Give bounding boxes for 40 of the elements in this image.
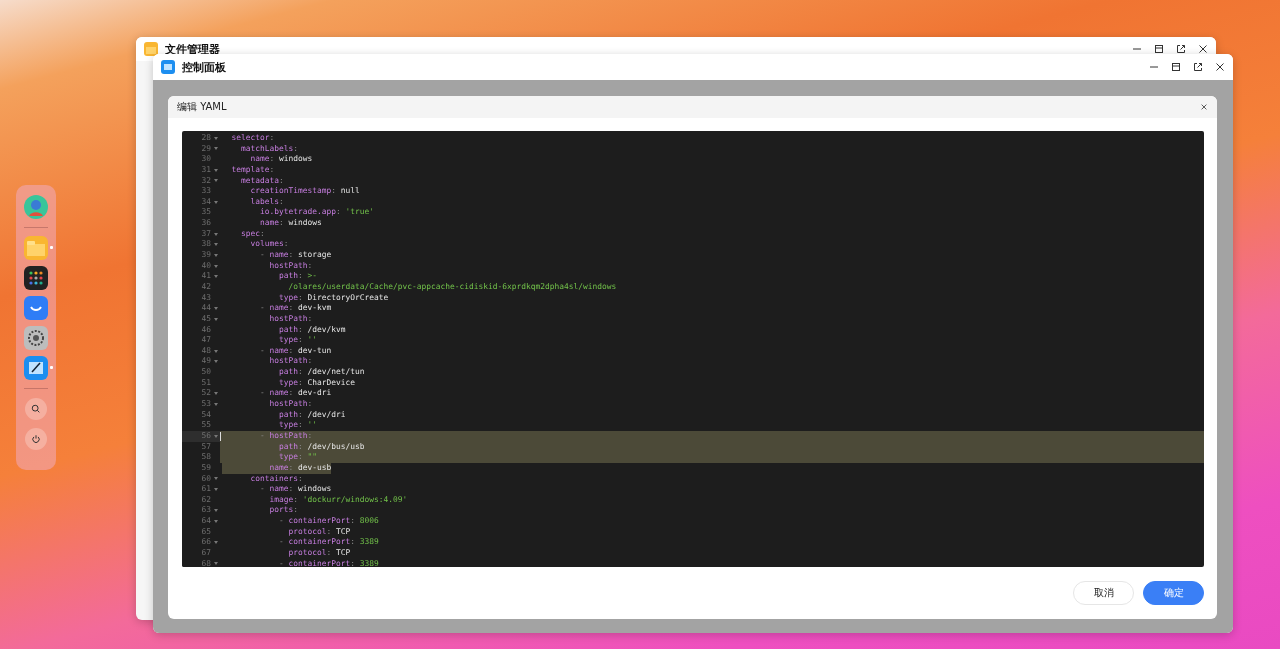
window-title: 控制面板: [182, 59, 226, 75]
fold-arrow-icon[interactable]: [213, 147, 218, 151]
cancel-button[interactable]: 取消: [1073, 581, 1134, 605]
search-icon[interactable]: [25, 398, 47, 420]
fold-arrow-icon[interactable]: [213, 307, 218, 311]
fold-arrow-icon[interactable]: [213, 349, 218, 353]
fold-arrow-icon[interactable]: [213, 179, 218, 183]
close-icon[interactable]: [1215, 62, 1225, 72]
external-window-icon[interactable]: [1176, 44, 1186, 54]
maximize-icon[interactable]: [1154, 44, 1164, 54]
dialog-title: 编辑 YAML: [177, 100, 227, 114]
fold-arrow-icon[interactable]: [213, 168, 218, 172]
fold-arrow-icon[interactable]: [213, 253, 218, 257]
external-window-icon[interactable]: [1193, 62, 1203, 72]
app-grid-icon[interactable]: [24, 266, 48, 290]
fold-arrow-icon[interactable]: [213, 317, 218, 321]
fold-arrow-icon[interactable]: [213, 477, 218, 481]
fold-arrow-icon[interactable]: [213, 275, 218, 279]
fold-arrow-icon[interactable]: [213, 200, 218, 204]
power-icon[interactable]: [25, 428, 47, 450]
fold-arrow-icon[interactable]: [213, 402, 218, 406]
fold-arrow-icon[interactable]: [213, 264, 218, 268]
fold-arrow-icon[interactable]: [213, 243, 218, 247]
maximize-icon[interactable]: [1171, 62, 1181, 72]
fold-arrow-icon[interactable]: [213, 509, 218, 513]
fold-arrow-icon[interactable]: [213, 541, 218, 545]
gear-icon[interactable]: [24, 326, 48, 350]
fold-arrow-icon[interactable]: [213, 136, 218, 140]
fold-arrow-icon[interactable]: [213, 562, 218, 566]
close-icon[interactable]: [1200, 103, 1208, 111]
fold-arrow-icon[interactable]: [213, 519, 218, 523]
close-icon[interactable]: [1198, 44, 1208, 54]
fold-arrow-icon[interactable]: [213, 392, 218, 396]
fold-arrow-icon[interactable]: [213, 434, 218, 438]
fold-arrow-icon[interactable]: [213, 232, 218, 236]
fold-arrow-icon[interactable]: [213, 360, 218, 364]
fold-arrow-icon[interactable]: [213, 487, 218, 491]
folder-icon: [144, 42, 158, 56]
confirm-button[interactable]: 确定: [1143, 581, 1204, 605]
window-title: 文件管理器: [165, 41, 220, 57]
